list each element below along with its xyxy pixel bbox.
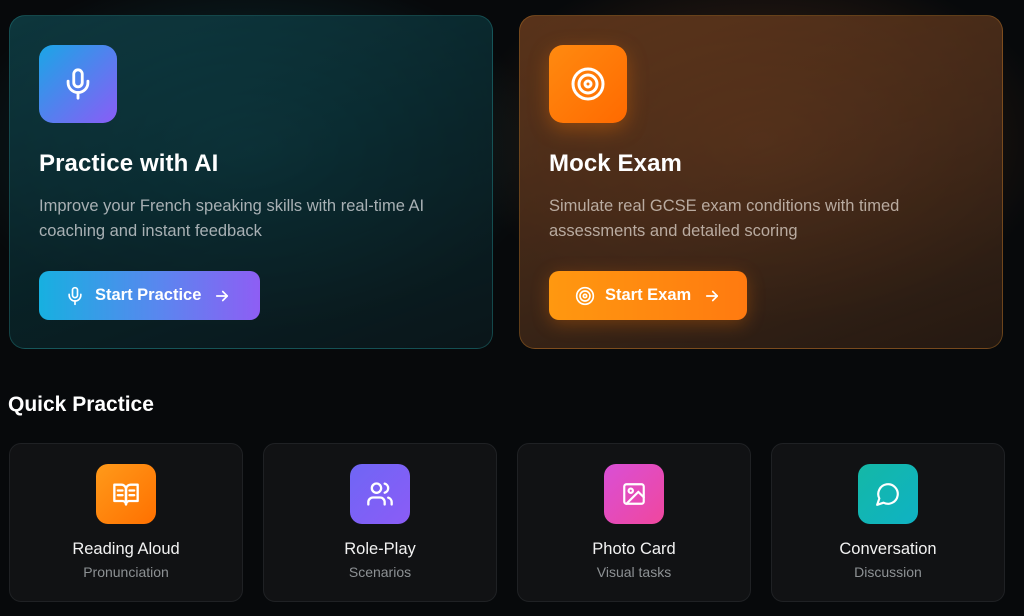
start-practice-button[interactable]: Start Practice [39, 271, 260, 320]
practice-with-ai-card: Practice with AI Improve your French spe… [9, 15, 493, 349]
microphone-icon [65, 286, 85, 306]
quick-practice-label: Photo Card [592, 540, 676, 558]
exam-card-description: Simulate real GCSE exam conditions with … [549, 197, 900, 240]
mock-exam-card: Mock Exam Simulate real GCSE exam condit… [519, 15, 1003, 349]
quick-practice-subtitle: Visual tasks [596, 564, 672, 580]
start-practice-label: Start Practice [95, 286, 202, 304]
quick-practice-heading: Quick Practice [8, 393, 154, 416]
exam-card-title: Mock Exam [549, 150, 682, 177]
users-icon [350, 464, 410, 524]
quick-practice-subtitle: Pronunciation [83, 564, 169, 580]
start-exam-button[interactable]: Start Exam [549, 271, 747, 320]
quick-practice-label: Role-Play [344, 540, 416, 558]
microphone-icon [39, 45, 117, 123]
quick-practice-role-play[interactable]: Role-Play Scenarios [263, 443, 497, 602]
quick-practice-subtitle: Discussion [854, 564, 922, 580]
quick-practice-subtitle: Scenarios [348, 564, 412, 580]
quick-practice-reading-aloud[interactable]: Reading Aloud Pronunciation [9, 443, 243, 602]
quick-practice-photo-card[interactable]: Photo Card Visual tasks [517, 443, 751, 602]
dashboard: Practice with AI Improve your French spe… [0, 0, 1024, 616]
chat-bubble-icon [858, 464, 918, 524]
image-icon [604, 464, 664, 524]
target-icon [575, 286, 595, 306]
quick-practice-conversation[interactable]: Conversation Discussion [771, 443, 1005, 602]
arrow-right-icon [703, 287, 721, 305]
target-icon [549, 45, 627, 123]
quick-practice-label: Conversation [839, 540, 937, 558]
practice-card-title: Practice with AI [39, 150, 219, 177]
quick-practice-label: Reading Aloud [72, 540, 180, 558]
practice-card-description: Improve your French speaking skills with… [39, 197, 425, 240]
start-exam-label: Start Exam [605, 286, 692, 304]
arrow-right-icon [213, 287, 231, 305]
book-open-icon [96, 464, 156, 524]
